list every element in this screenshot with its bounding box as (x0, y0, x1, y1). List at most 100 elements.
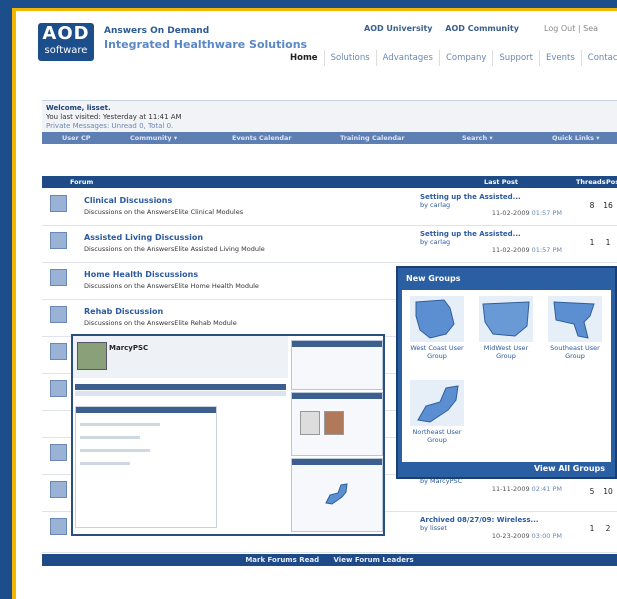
profile-groups-box (291, 458, 383, 532)
view-all-groups-link[interactable]: View All Groups (534, 464, 605, 473)
top-link-logout[interactable]: Log Out | Sea (544, 24, 598, 33)
group-name: Northeast User Group (412, 428, 462, 444)
post-count: 1 (605, 238, 611, 247)
profile-about-line (80, 449, 150, 452)
screenshot-frame: AOD software Answers On Demand Integrate… (12, 8, 617, 599)
nav-events[interactable]: Events (538, 50, 581, 66)
last-post-date: 10-23-2009 (491, 532, 530, 540)
subnav-quick-links[interactable]: Quick Links ▾ (552, 134, 600, 142)
last-post: Setting up the Assisted... by carlag 11-… (410, 193, 580, 217)
last-post-date: 11-02-2009 (491, 209, 530, 217)
subnav-user-cp[interactable]: User CP (62, 134, 91, 142)
forum-icon (50, 232, 67, 249)
nav-advantages[interactable]: Advantages (375, 50, 439, 66)
welcome-last-visited: You last visited: Yesterday at 11:41 AM (46, 113, 182, 121)
forum-title[interactable]: Assisted Living Discussion (84, 233, 203, 242)
forum-title[interactable]: Rehab Discussion (84, 307, 163, 316)
nav-company[interactable]: Company (438, 50, 493, 66)
forum-description: Discussions on the AnswersElite Home Hea… (84, 282, 259, 290)
last-post-date: 11-11-2009 (491, 485, 530, 493)
forum-title[interactable]: Home Health Discussions (84, 270, 198, 279)
forum-icon (50, 269, 67, 286)
logo-text: AOD (42, 23, 90, 44)
group-tile[interactable]: MidWest User Group (475, 296, 537, 360)
profile-box-header (292, 341, 382, 347)
profile-about-section (75, 406, 217, 528)
welcome-private-messages[interactable]: Private Messages: Unread 0, Total 0. (46, 122, 173, 130)
post-count: 10 (603, 487, 613, 496)
last-post-date: 11-02-2009 (491, 246, 530, 254)
profile-about-line (80, 462, 130, 465)
last-post-time: 03:00 PM (531, 532, 562, 540)
last-post-author[interactable]: by carlag (410, 201, 450, 209)
last-post-author[interactable]: by lisset (410, 524, 447, 532)
friend-avatar[interactable] (300, 411, 320, 435)
last-post-time: 01:57 PM (531, 209, 562, 217)
header-last-post: Last Post (484, 178, 518, 186)
header-posts: Posts (606, 178, 617, 186)
subnav-events-calendar[interactable]: Events Calendar (232, 134, 292, 142)
new-groups-body: West Coast User Group MidWest User Group… (402, 290, 611, 462)
group-tile[interactable]: Northeast User Group (406, 380, 468, 444)
last-post: Archived 08/27/09: Wireless... by lisset… (410, 516, 580, 540)
profile-about-line (80, 423, 160, 426)
forum-icon (50, 343, 67, 360)
last-post-time: 01:57 PM (531, 246, 562, 254)
view-forum-leaders-link[interactable]: View Forum Leaders (334, 556, 414, 564)
map-icon (548, 296, 602, 342)
profile-header: MarcyPSC (73, 336, 288, 378)
post-count: 2 (605, 524, 611, 533)
welcome-panel: Welcome, lisset. You last visited: Yeste… (42, 100, 617, 132)
aod-logo[interactable]: AOD software (38, 23, 94, 61)
mark-forums-read-link[interactable]: Mark Forums Read (245, 556, 319, 564)
nav-home[interactable]: Home (284, 50, 324, 66)
forum-title[interactable]: Clinical Discussions (84, 196, 172, 205)
profile-activity-bar (75, 391, 286, 396)
map-icon (410, 380, 464, 426)
forum-icon (50, 481, 67, 498)
profile-box-header (292, 393, 382, 399)
nav-contact[interactable]: Contac (580, 50, 617, 66)
post-count: 16 (603, 201, 613, 210)
forum-footer-bar: Mark Forums Read View Forum Leaders (42, 554, 617, 566)
last-post-title[interactable]: Setting up the Assisted... (410, 193, 580, 201)
tagline-primary: Answers On Demand (104, 26, 210, 36)
profile-statistics-box (291, 340, 383, 390)
group-name: MidWest User Group (483, 344, 529, 360)
top-link-university[interactable]: AOD University (364, 24, 432, 33)
last-post-time: 02:41 PM (531, 485, 562, 493)
nav-support[interactable]: Support (492, 50, 539, 66)
new-groups-title: New Groups (406, 274, 461, 283)
profile-about-line (80, 436, 140, 439)
forum-icon (50, 195, 67, 212)
forum-table-header: Forum Last Post Threads Posts (42, 176, 617, 188)
profile-username[interactable]: MarcyPSC (109, 344, 148, 352)
map-icon (325, 483, 348, 505)
group-tile[interactable]: West Coast User Group (406, 296, 468, 360)
subnav-training-calendar[interactable]: Training Calendar (340, 134, 405, 142)
friend-avatar[interactable] (324, 411, 344, 435)
last-post: by MarcyPSC 11-11-2009 02:41 PM (410, 477, 580, 493)
header-forum: Forum (70, 178, 94, 186)
profile-preview-panel: MarcyPSC (71, 334, 385, 536)
forum-icon (50, 380, 67, 397)
forum-icon (50, 306, 67, 323)
welcome-greeting: Welcome, lisset. (46, 104, 111, 112)
avatar (77, 342, 107, 370)
header-threads: Threads (576, 178, 606, 186)
forum-row: Clinical Discussions Discussions on the … (42, 189, 617, 226)
last-post-author[interactable]: by carlag (410, 238, 450, 246)
group-tile[interactable]: Southeast User Group (544, 296, 606, 360)
forum-description: Discussions on the AnswersElite Clinical… (84, 208, 244, 216)
forum-description: Discussions on the AnswersElite Assisted… (84, 245, 265, 253)
map-icon (479, 296, 533, 342)
subnav-community[interactable]: Community ▾ (130, 134, 177, 142)
subnav-search[interactable]: Search ▾ (462, 134, 493, 142)
nav-solutions[interactable]: Solutions (323, 50, 376, 66)
last-post-title[interactable]: Setting up the Assisted... (410, 230, 580, 238)
group-name: West Coast User Group (410, 344, 464, 360)
tagline-secondary: Integrated Healthware Solutions (104, 38, 308, 51)
forum-icon (50, 444, 67, 461)
top-link-community[interactable]: AOD Community (445, 24, 519, 33)
last-post-title[interactable]: Archived 08/27/09: Wireless... (410, 516, 580, 524)
